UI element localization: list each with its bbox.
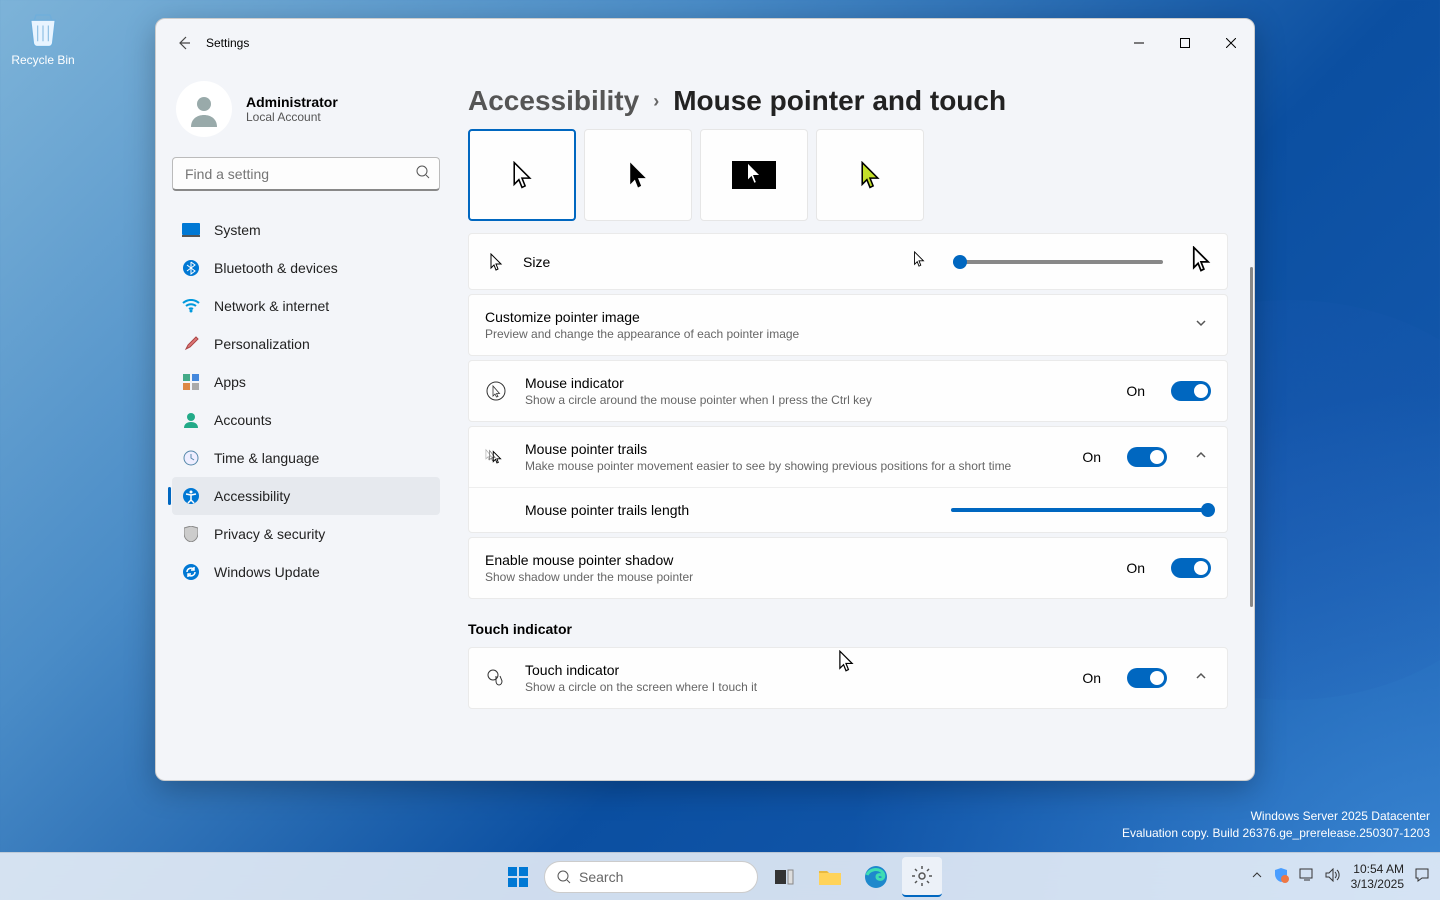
user-name: Administrator — [246, 94, 338, 110]
task-view-button[interactable] — [764, 857, 804, 897]
accessibility-icon — [182, 487, 200, 505]
search-input[interactable] — [172, 157, 440, 191]
size-card: Size — [468, 233, 1228, 290]
clock-icon — [182, 449, 200, 467]
apps-icon — [182, 373, 200, 391]
trails-card: Mouse pointer trails Make mouse pointer … — [468, 426, 1228, 533]
touch-toggle[interactable] — [1127, 668, 1167, 688]
taskbar: Search 10:54 AM 3/13/2025 — [0, 852, 1440, 900]
back-button[interactable] — [168, 27, 200, 59]
system-icon — [182, 221, 200, 239]
search-icon — [416, 165, 430, 184]
recycle-bin-label: Recycle Bin — [8, 53, 78, 67]
titlebar: Settings — [156, 19, 1254, 67]
touch-indicator-card: Touch indicator Show a circle on the scr… — [468, 647, 1228, 709]
nav-time[interactable]: Time & language — [172, 439, 440, 477]
system-tray: 10:54 AM 3/13/2025 — [1251, 862, 1440, 891]
nav-privacy[interactable]: Privacy & security — [172, 515, 440, 553]
pointer-style-custom[interactable] — [816, 129, 924, 221]
trails-length-slider[interactable] — [951, 508, 1211, 512]
shadow-toggle[interactable] — [1171, 558, 1211, 578]
size-label: Size — [523, 254, 550, 270]
tray-clock[interactable]: 10:54 AM 3/13/2025 — [1351, 862, 1404, 891]
settings-taskbar-button[interactable] — [902, 857, 942, 897]
breadcrumb-parent[interactable]: Accessibility — [468, 85, 639, 117]
tray-network-icon[interactable] — [1299, 868, 1315, 885]
cursor-small-icon — [485, 253, 507, 271]
watermark: Windows Server 2025 Datacenter Evaluatio… — [1122, 808, 1430, 842]
pointer-style-inverted[interactable] — [700, 129, 808, 221]
cursor-small-preview-icon — [913, 251, 925, 272]
customize-card[interactable]: Customize pointer image Preview and chan… — [468, 294, 1228, 356]
user-sub: Local Account — [246, 110, 338, 124]
taskbar-search[interactable]: Search — [544, 861, 758, 893]
window-title: Settings — [206, 36, 249, 50]
chevron-right-icon: › — [653, 91, 659, 112]
nav-network[interactable]: Network & internet — [172, 287, 440, 325]
start-button[interactable] — [498, 857, 538, 897]
tray-chevron-icon[interactable] — [1251, 869, 1263, 884]
close-button[interactable] — [1208, 27, 1254, 59]
tray-notifications-icon[interactable] — [1414, 867, 1430, 886]
chevron-up-icon[interactable] — [1195, 448, 1211, 466]
wifi-icon — [182, 297, 200, 315]
pointer-style-white[interactable] — [468, 129, 576, 221]
size-slider[interactable] — [953, 260, 1163, 264]
trails-toggle[interactable] — [1127, 447, 1167, 467]
sidebar: Administrator Local Account System Bluet… — [156, 67, 456, 780]
nav-apps[interactable]: Apps — [172, 363, 440, 401]
chevron-down-icon — [1195, 316, 1211, 334]
user-block[interactable]: Administrator Local Account — [172, 67, 440, 157]
back-arrow-icon — [176, 35, 192, 51]
accounts-icon — [182, 411, 200, 429]
touch-section-header: Touch indicator — [468, 621, 1228, 637]
chevron-up-icon[interactable] — [1195, 669, 1211, 687]
shield-icon — [182, 525, 200, 543]
trails-length-label: Mouse pointer trails length — [525, 502, 689, 518]
touch-icon — [485, 668, 507, 688]
search-icon — [557, 870, 571, 884]
nav-accounts[interactable]: Accounts — [172, 401, 440, 439]
pointer-style-row — [468, 129, 1228, 221]
edge-button[interactable] — [856, 857, 896, 897]
nav-accessibility[interactable]: Accessibility — [172, 477, 440, 515]
content-pane: Accessibility › Mouse pointer and touch … — [456, 67, 1254, 780]
breadcrumb: Accessibility › Mouse pointer and touch — [468, 67, 1228, 129]
mouse-indicator-toggle[interactable] — [1171, 381, 1211, 401]
page-title: Mouse pointer and touch — [673, 85, 1006, 117]
minimize-button[interactable] — [1116, 27, 1162, 59]
trails-icon — [485, 448, 507, 466]
indicator-icon — [485, 381, 507, 401]
tray-volume-icon[interactable] — [1325, 868, 1341, 885]
update-icon — [182, 563, 200, 581]
bluetooth-icon — [182, 259, 200, 277]
nav-bluetooth[interactable]: Bluetooth & devices — [172, 249, 440, 287]
tray-security-icon[interactable] — [1273, 867, 1289, 886]
pointer-style-black[interactable] — [584, 129, 692, 221]
nav-system[interactable]: System — [172, 211, 440, 249]
cursor-large-preview-icon — [1191, 246, 1211, 277]
mouse-indicator-card: Mouse indicator Show a circle around the… — [468, 360, 1228, 422]
nav-update[interactable]: Windows Update — [172, 553, 440, 591]
avatar — [176, 81, 232, 137]
search-box[interactable] — [172, 157, 440, 191]
file-explorer-button[interactable] — [810, 857, 850, 897]
scrollbar[interactable] — [1250, 267, 1253, 607]
brush-icon — [182, 335, 200, 353]
recycle-bin[interactable]: Recycle Bin — [8, 8, 78, 67]
maximize-button[interactable] — [1162, 27, 1208, 59]
shadow-card: Enable mouse pointer shadow Show shadow … — [468, 537, 1228, 599]
settings-window: Settings Administrator Local Account — [155, 18, 1255, 781]
user-icon — [186, 91, 222, 127]
nav-personalization[interactable]: Personalization — [172, 325, 440, 363]
